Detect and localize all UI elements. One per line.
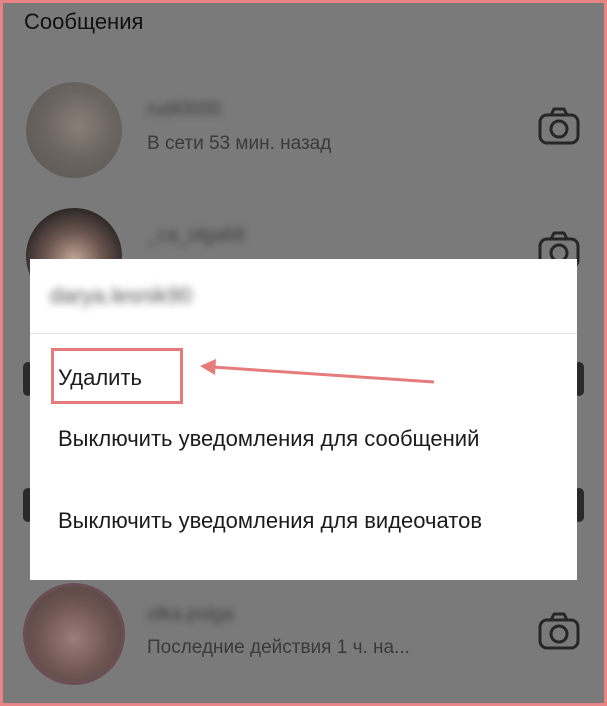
annotation-arrow: [200, 359, 435, 384]
